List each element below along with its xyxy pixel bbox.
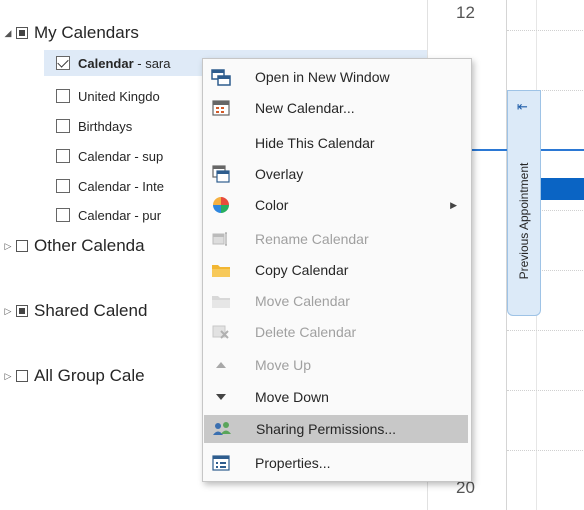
copy-folder-icon xyxy=(211,260,231,280)
calendar-checkbox[interactable] xyxy=(56,56,70,70)
menu-item-new-calendar[interactable]: New Calendar... xyxy=(203,94,471,122)
menu-item-label: Overlay xyxy=(255,166,304,182)
expand-arrow-icon[interactable]: ◢ xyxy=(2,28,14,39)
half-hour-line xyxy=(507,330,584,331)
group-label: Shared Calend xyxy=(34,301,148,320)
previous-appointment-button[interactable]: ⇤ Previous Appointment xyxy=(507,90,541,316)
move-folder-icon xyxy=(211,291,231,311)
menu-item-sharing-permissions[interactable]: Sharing Permissions... xyxy=(204,415,468,443)
calendar-item-label: United Kingdo xyxy=(78,88,160,104)
submenu-arrow-icon: ▶ xyxy=(450,199,457,210)
group-all-group-calendars[interactable]: ▷ All Group Cale xyxy=(0,363,145,389)
group-label: My Calendars xyxy=(34,23,139,42)
calendar-item-label: Calendar - sara xyxy=(78,55,171,71)
menu-item-label: New Calendar... xyxy=(255,100,355,116)
overlay-icon xyxy=(211,164,231,184)
menu-item-label: Properties... xyxy=(255,455,331,471)
group-label: Other Calenda xyxy=(34,236,145,255)
menu-item-color[interactable]: Color ▶ xyxy=(203,191,471,219)
menu-item-label: Move Up xyxy=(255,357,312,373)
menu-item-move-calendar[interactable]: Move Calendar xyxy=(203,287,471,315)
calendar-checkbox[interactable] xyxy=(56,179,70,193)
hour-label: 12 xyxy=(456,3,475,22)
menu-item-properties[interactable]: Properties... xyxy=(203,449,471,477)
menu-item-copy-calendar[interactable]: Copy Calendar xyxy=(203,256,471,284)
menu-item-label: Move Down xyxy=(255,389,329,405)
menu-item-label: Copy Calendar xyxy=(255,262,349,278)
menu-item-delete-calendar[interactable]: Delete Calendar xyxy=(203,318,471,346)
calendar-checkbox[interactable] xyxy=(56,208,70,222)
group-checkbox[interactable] xyxy=(16,27,28,39)
calendar-item-label: Birthdays xyxy=(78,118,133,134)
delete-icon xyxy=(211,322,231,342)
sharing-users-icon xyxy=(212,419,232,439)
menu-item-label: Color xyxy=(255,197,289,213)
group-other-calendars[interactable]: ▷ Other Calenda xyxy=(0,233,145,259)
menu-item-label: Delete Calendar xyxy=(255,324,357,340)
rename-icon xyxy=(211,229,231,249)
menu-item-label: Sharing Permissions... xyxy=(256,421,397,437)
new-calendar-icon xyxy=(211,98,231,118)
half-hour-line xyxy=(507,450,584,451)
collapse-arrow-icon[interactable]: ▷ xyxy=(2,306,14,317)
calendar-item-label: Calendar - Inte xyxy=(78,178,164,194)
triangle-up-icon xyxy=(211,355,231,375)
menu-item-hide-this-calendar[interactable]: Hide This Calendar xyxy=(203,129,471,157)
menu-item-move-down[interactable]: Move Down xyxy=(203,383,471,411)
group-shared-calendars[interactable]: ▷ Shared Calend xyxy=(0,298,148,324)
group-label: All Group Cale xyxy=(34,366,145,385)
calendar-checkbox[interactable] xyxy=(56,119,70,133)
menu-item-label: Open in New Window xyxy=(255,69,390,85)
menu-item-overlay[interactable]: Overlay xyxy=(203,160,471,188)
calendar-item-label: Calendar - pur xyxy=(78,207,162,223)
half-hour-line xyxy=(507,30,584,31)
menu-item-label: Move Calendar xyxy=(255,293,350,309)
half-hour-line xyxy=(507,390,584,391)
menu-item-label: Hide This Calendar xyxy=(255,135,375,151)
calendar-item-label: Calendar - sup xyxy=(78,148,164,164)
menu-item-rename-calendar[interactable]: Rename Calendar xyxy=(203,225,471,253)
color-palette-icon xyxy=(211,195,231,215)
group-checkbox[interactable] xyxy=(16,240,28,252)
menu-item-move-up[interactable]: Move Up xyxy=(203,351,471,379)
collapse-arrow-icon[interactable]: ▷ xyxy=(2,241,14,252)
calendar-checkbox[interactable] xyxy=(56,89,70,103)
appointment-block[interactable] xyxy=(535,178,584,200)
menu-item-open-in-new-window[interactable]: Open in New Window xyxy=(203,63,471,91)
calendar-context-menu: Open in New Window New Calendar... Hide … xyxy=(202,58,472,482)
collapse-arrow-icon[interactable]: ▷ xyxy=(2,371,14,382)
properties-icon xyxy=(211,453,231,473)
calendar-checkbox[interactable] xyxy=(56,149,70,163)
group-checkbox[interactable] xyxy=(16,305,28,317)
group-checkbox[interactable] xyxy=(16,370,28,382)
previous-appointment-label: Previous Appointment xyxy=(517,162,531,280)
group-my-calendars[interactable]: ◢ My Calendars xyxy=(0,20,139,46)
triangle-down-icon xyxy=(211,387,231,407)
open-window-icon xyxy=(211,67,231,87)
arrow-to-start-icon: ⇤ xyxy=(517,99,528,114)
menu-item-label: Rename Calendar xyxy=(255,231,369,247)
